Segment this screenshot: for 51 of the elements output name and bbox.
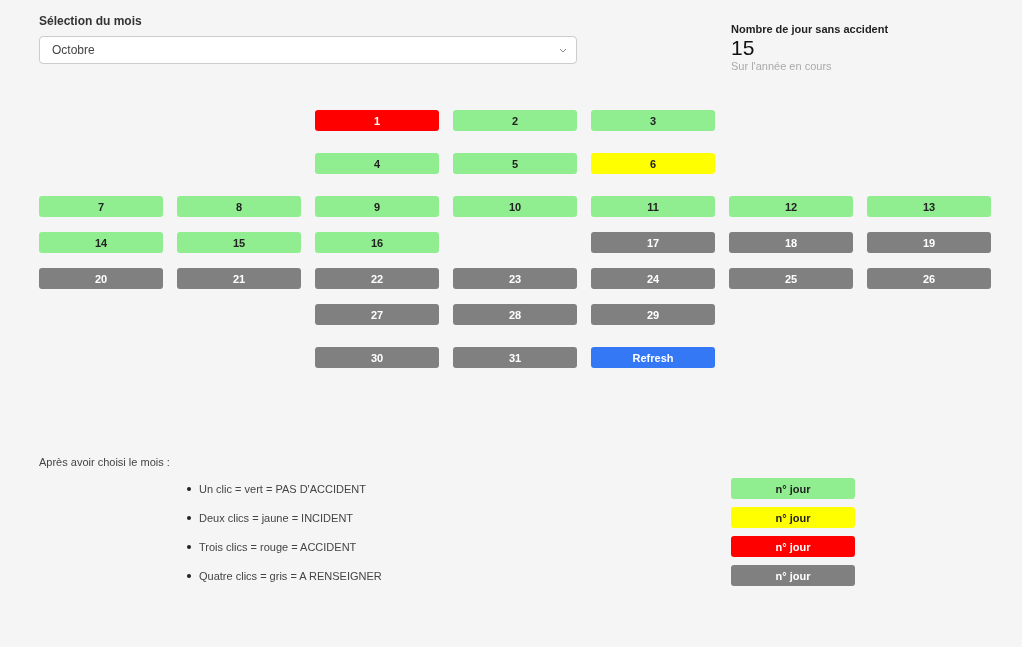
refresh-button[interactable]: Refresh — [591, 347, 715, 368]
day-button[interactable]: 20 — [39, 268, 163, 289]
counter-title: Nombre de jour sans accident — [731, 23, 889, 35]
month-select[interactable]: Octobre — [39, 36, 577, 64]
day-button[interactable]: 15 — [177, 232, 301, 253]
legend-sample: n° jour — [731, 565, 855, 586]
chevron-down-icon — [559, 47, 567, 53]
day-button[interactable]: 14 — [39, 232, 163, 253]
day-button[interactable]: 1 — [315, 110, 439, 131]
day-button[interactable]: 9 — [315, 196, 439, 217]
day-button[interactable]: 6 — [591, 153, 715, 174]
day-button[interactable]: 27 — [315, 304, 439, 325]
month-label: Sélection du mois — [39, 14, 143, 28]
legend-text: Un clic = vert = PAS D'ACCIDENT — [199, 482, 366, 495]
day-button[interactable]: 22 — [315, 268, 439, 289]
day-button[interactable]: 16 — [315, 232, 439, 253]
day-button[interactable]: 19 — [867, 232, 991, 253]
day-button[interactable]: 5 — [453, 153, 577, 174]
legend-sample: n° jour — [731, 507, 855, 528]
counter-value: 15 — [731, 36, 756, 60]
legend-text: Quatre clics = gris = A RENSEIGNER — [199, 569, 382, 582]
day-button[interactable]: 4 — [315, 153, 439, 174]
day-button[interactable]: 8 — [177, 196, 301, 217]
bullet-icon — [187, 515, 191, 520]
day-button[interactable]: 23 — [453, 268, 577, 289]
counter-subtitle: Sur l'année en cours — [731, 60, 833, 72]
day-button[interactable]: 3 — [591, 110, 715, 131]
day-button[interactable]: 10 — [453, 196, 577, 217]
day-button[interactable]: 31 — [453, 347, 577, 368]
legend-text: Trois clics = rouge = ACCIDENT — [199, 540, 357, 553]
day-button[interactable]: 2 — [453, 110, 577, 131]
legend-sample: n° jour — [731, 536, 855, 557]
day-button[interactable]: 12 — [729, 196, 853, 217]
legend-intro: Après avoir choisi le mois : — [39, 456, 171, 468]
day-button[interactable]: 21 — [177, 268, 301, 289]
bullet-icon — [187, 486, 191, 491]
bullet-icon — [187, 573, 191, 578]
legend-sample: n° jour — [731, 478, 855, 499]
day-button[interactable]: 18 — [729, 232, 853, 253]
day-button[interactable]: 28 — [453, 304, 577, 325]
day-button[interactable]: 30 — [315, 347, 439, 368]
day-button[interactable]: 13 — [867, 196, 991, 217]
day-button[interactable]: 24 — [591, 268, 715, 289]
legend-text: Deux clics = jaune = INCIDENT — [199, 511, 354, 524]
day-button[interactable]: 26 — [867, 268, 991, 289]
day-button[interactable]: 25 — [729, 268, 853, 289]
day-button[interactable]: 11 — [591, 196, 715, 217]
day-button[interactable]: 7 — [39, 196, 163, 217]
day-button[interactable]: 17 — [591, 232, 715, 253]
day-button[interactable]: 29 — [591, 304, 715, 325]
bullet-icon — [187, 544, 191, 549]
